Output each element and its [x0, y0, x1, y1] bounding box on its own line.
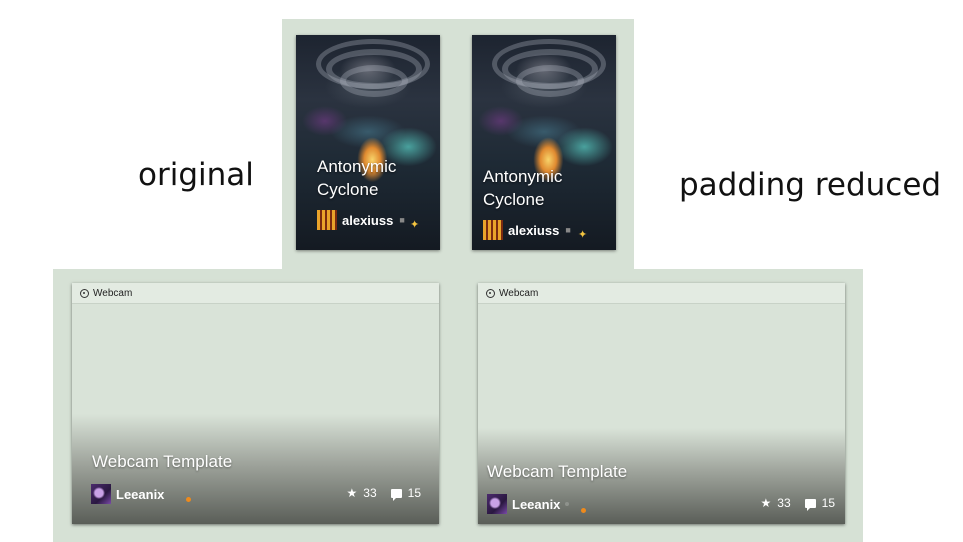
- avatar: [317, 210, 337, 230]
- user-badge-icon: ■: [399, 215, 405, 225]
- comment-icon: [804, 498, 816, 511]
- username: alexiuss: [342, 212, 394, 228]
- card-header: Webcam: [72, 283, 439, 304]
- caption-padding-reduced: padding reduced: [679, 167, 942, 203]
- cover-title-line2: Cyclone: [483, 190, 545, 209]
- comment-icon: [390, 488, 402, 501]
- user-badge-icon: ■: [565, 225, 571, 235]
- card-header-label: Webcam: [93, 287, 133, 299]
- star-count: 33: [777, 496, 791, 510]
- webcam-icon: [80, 288, 89, 298]
- webcam-card-padding-reduced[interactable]: Webcam Webcam Template Leeanix ★ 33 15: [478, 283, 845, 524]
- cover-card-padding-reduced[interactable]: Antonymic Cyclone alexiuss ■ ✦: [472, 35, 616, 250]
- card-stats: ★ 33 15: [760, 496, 835, 511]
- cover-title-line1: Antonymic: [483, 167, 563, 186]
- cover-title-line2: Cyclone: [317, 180, 379, 199]
- cover-user[interactable]: alexiuss ■: [317, 210, 405, 230]
- sparkle-icon: ✦: [410, 219, 420, 231]
- caption-original: original: [138, 157, 254, 193]
- comment-count: 15: [407, 486, 421, 500]
- webcam-icon: [486, 288, 495, 298]
- star-count: 33: [363, 486, 377, 500]
- avatar: [483, 220, 503, 240]
- avatar: [487, 494, 507, 514]
- cyclone-swirl: [316, 39, 430, 89]
- sparkle-icon: ✦: [578, 229, 588, 241]
- status-dot: [186, 497, 191, 502]
- username: alexiuss: [508, 222, 560, 238]
- card-header: Webcam: [478, 283, 845, 304]
- card-user[interactable]: Leeanix: [91, 484, 164, 504]
- card-stats: ★ 33 15: [346, 486, 421, 501]
- cover-title[interactable]: Antonymic Cyclone: [483, 165, 593, 211]
- username: Leeanix: [116, 486, 165, 502]
- card-title[interactable]: Webcam Template: [92, 452, 232, 472]
- cover-title-line1: Antonymic: [317, 157, 397, 176]
- username: Leeanix: [512, 496, 561, 512]
- star-icon: ★: [346, 486, 358, 500]
- card-user[interactable]: Leeanix: [487, 494, 570, 514]
- user-badge-icon: [565, 502, 570, 506]
- cover-title[interactable]: Antonymic Cyclone: [317, 155, 427, 201]
- cover-user[interactable]: alexiuss ■: [483, 220, 571, 240]
- star-icon: ★: [760, 496, 772, 510]
- webcam-card-original[interactable]: Webcam Webcam Template Leeanix ★ 33 15: [72, 283, 439, 524]
- cover-card-original[interactable]: Antonymic Cyclone alexiuss ■ ✦: [296, 35, 440, 250]
- avatar: [91, 484, 111, 504]
- card-title[interactable]: Webcam Template: [487, 462, 627, 482]
- card-header-label: Webcam: [499, 287, 539, 299]
- cyclone-swirl: [492, 39, 606, 89]
- comment-count: 15: [821, 496, 835, 510]
- status-dot: [581, 508, 586, 513]
